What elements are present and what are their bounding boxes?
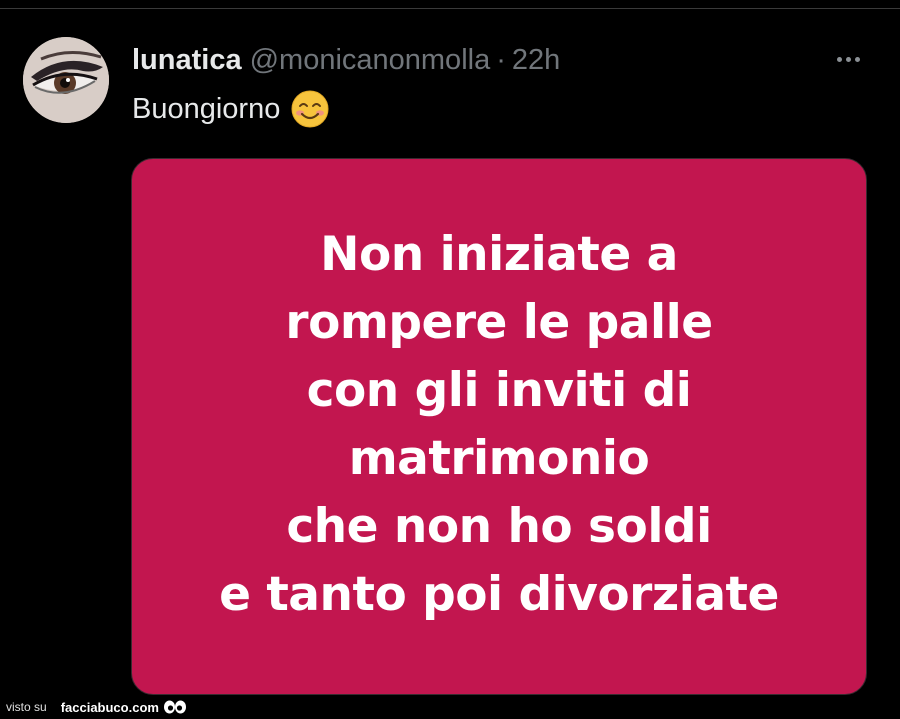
watermark-site: facciabuco.com <box>60 699 159 715</box>
more-options-button[interactable] <box>830 44 866 74</box>
tweet-media-image[interactable]: Non iniziate a rompere le palle con gli … <box>131 158 867 695</box>
media-text-line: con gli inviti di <box>306 363 692 418</box>
media-text-line: rompere le palle <box>285 295 713 350</box>
avatar[interactable] <box>23 37 109 123</box>
more-dot-icon <box>845 56 851 62</box>
user-handle[interactable]: @monicanonmolla <box>250 40 491 80</box>
more-dot-icon <box>836 56 842 62</box>
header-separator: · <box>496 44 506 76</box>
avatar-eye-icon <box>23 37 109 123</box>
more-dot-icon <box>854 56 860 62</box>
top-divider <box>0 8 900 9</box>
media-text-line: Non iniziate a <box>320 227 678 282</box>
display-name[interactable]: lunatica <box>132 40 242 80</box>
media-text-line: e tanto poi divorziate <box>219 567 779 622</box>
timestamp[interactable]: 22h <box>512 40 560 80</box>
tweet-text-content: Buongiorno <box>132 92 281 125</box>
media-text-line: matrimonio <box>348 431 650 486</box>
eyes-icon <box>163 699 187 715</box>
smiling-face-with-smiling-eyes-icon <box>290 89 330 129</box>
media-text-line: che non ho soldi <box>286 499 712 554</box>
watermark-prefix: visto su <box>6 700 47 714</box>
tweet-header: lunatica @monicanonmolla · 22h <box>132 40 560 80</box>
tweet-text: Buongiorno <box>132 88 330 130</box>
watermark: visto su facciabuco.com <box>6 697 187 717</box>
media-caption: Non iniziate a rompere le palle con gli … <box>132 221 866 629</box>
